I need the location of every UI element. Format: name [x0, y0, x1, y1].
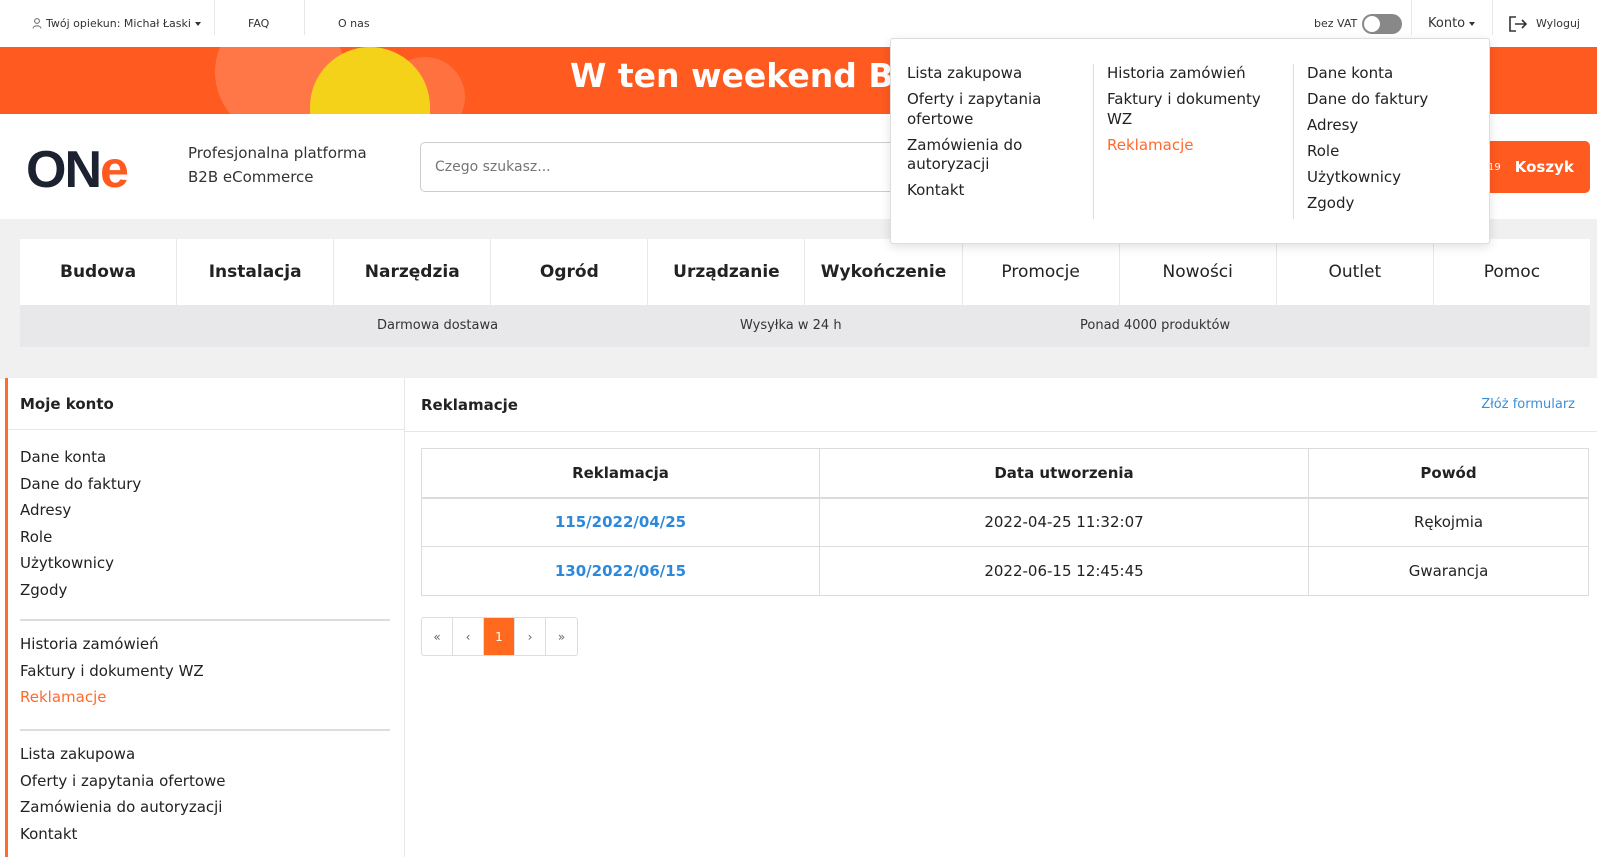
dropdown-item-dane-do-faktury[interactable]: Dane do faktury: [1307, 90, 1477, 110]
account-dropdown[interactable]: Konto: [1428, 6, 1476, 41]
vat-toggle-wrap: [1362, 6, 1402, 41]
nav-item-urzadzanie[interactable]: Urządzanie: [648, 239, 806, 305]
sidebar-item-dane-konta[interactable]: Dane konta: [20, 444, 141, 471]
sidebar-group-orders: Historia zamówień Faktury i dokumenty WZ…: [20, 631, 204, 711]
sidebar-group-shopping: Lista zakupowa Oferty i zapytania oferto…: [20, 741, 226, 847]
complaint-id-link[interactable]: 115/2022/04/25: [421, 497, 820, 547]
perk-shipping-24h: Wysyłka w 24 h: [740, 318, 842, 333]
advisor-label: Twój opiekun: Michał Łaski: [46, 17, 191, 30]
sidebar-item-kontakt[interactable]: Kontakt: [20, 821, 226, 848]
nav-item-budowa[interactable]: Budowa: [20, 239, 178, 305]
sidebar-item-zamowienia-autoryzacji[interactable]: Zamówienia do autoryzacji: [20, 794, 226, 821]
chevron-down-icon: [194, 21, 201, 26]
category-nav: Budowa Instalacja Narzędzia Ogród Urządz…: [20, 239, 1590, 305]
pager-last-button[interactable]: »: [546, 618, 577, 655]
faq-link[interactable]: FAQ: [248, 6, 269, 41]
nav-item-narzedzia[interactable]: Narzędzia: [334, 239, 492, 305]
logo[interactable]: ONe: [26, 140, 129, 200]
sidebar-item-zgody[interactable]: Zgody: [20, 577, 141, 604]
nav-item-wykonczenie[interactable]: Wykończenie: [805, 239, 963, 305]
nav-item-pomoc[interactable]: Pomoc: [1434, 239, 1590, 305]
sidebar-item-adresy[interactable]: Adresy: [20, 497, 141, 524]
dropdown-item-adresy[interactable]: Adresy: [1307, 116, 1477, 136]
nav-item-outlet[interactable]: Outlet: [1277, 239, 1434, 305]
complaint-date: 2022-06-15 12:45:45: [819, 546, 1309, 596]
dropdown-col-orders: Historia zamówień Faktury i dokumenty WZ…: [1107, 64, 1287, 162]
perk-products-count: Ponad 4000 produktów: [1080, 318, 1231, 333]
dropdown-item-uzytkownicy[interactable]: Użytkownicy: [1307, 168, 1477, 188]
user-icon: [32, 18, 42, 29]
pager-next-button[interactable]: ›: [515, 618, 546, 655]
account-dropdown-menu: Lista zakupowa Oferty i zapytania oferto…: [890, 38, 1490, 244]
complaint-date: 2022-04-25 11:32:07: [819, 497, 1309, 547]
dropdown-item-role[interactable]: Role: [1307, 142, 1477, 162]
cart-button[interactable]: 19 Koszyk: [1480, 141, 1590, 193]
dropdown-col-shopping: Lista zakupowa Oferty i zapytania oferto…: [907, 64, 1072, 207]
logo-main: ON: [26, 141, 102, 199]
logout-icon: [1508, 15, 1528, 33]
perk-free-delivery: Darmowa dostawa: [377, 318, 499, 333]
nav-item-nowosci[interactable]: Nowości: [1120, 239, 1277, 305]
sidebar-item-uzytkownicy[interactable]: Użytkownicy: [20, 550, 141, 577]
dropdown-item-lista-zakupowa[interactable]: Lista zakupowa: [907, 64, 1072, 84]
chevron-down-icon: [1469, 21, 1476, 26]
advisor-dropdown[interactable]: Twój opiekun: Michał Łaski: [32, 6, 201, 41]
dropdown-item-dane-konta[interactable]: Dane konta: [1307, 64, 1477, 84]
logout-label: Wyloguj: [1536, 17, 1580, 30]
vat-label: bez VAT: [1314, 17, 1358, 30]
pagination: « ‹ 1 › »: [421, 617, 578, 656]
pager-first-button[interactable]: «: [422, 618, 453, 655]
sidebar-item-role[interactable]: Role: [20, 524, 141, 551]
complaint-reason: Rękojmia: [1308, 497, 1589, 547]
vat-toggle[interactable]: [1362, 13, 1402, 34]
column-header-data[interactable]: Data utworzenia: [819, 448, 1309, 499]
logo-accent: e: [100, 141, 129, 199]
main-content: Reklamacje Złóż formularz Reklamacja Dat…: [405, 378, 1597, 857]
complaint-id-link[interactable]: 130/2022/06/15: [421, 546, 820, 596]
sidebar-item-oferty[interactable]: Oferty i zapytania ofertowe: [20, 768, 226, 795]
page-title: Reklamacje: [421, 396, 518, 414]
pager-prev-button[interactable]: ‹: [453, 618, 484, 655]
dropdown-item-reklamacje[interactable]: Reklamacje: [1107, 136, 1287, 156]
sidebar-item-historia-zamowien[interactable]: Historia zamówień: [20, 631, 204, 658]
table-row: 130/2022/06/15 2022-06-15 12:45:45 Gwara…: [421, 546, 1589, 596]
dropdown-item-historia-zamowien[interactable]: Historia zamówień: [1107, 64, 1287, 84]
column-header-powod[interactable]: Powód: [1308, 448, 1589, 499]
nav-item-instalacja[interactable]: Instalacja: [177, 239, 335, 305]
about-link[interactable]: O nas: [338, 6, 370, 41]
sidebar-group-account: Dane konta Dane do faktury Adresy Role U…: [20, 444, 141, 603]
sidebar-item-lista-zakupowa[interactable]: Lista zakupowa: [20, 741, 226, 768]
logout-button[interactable]: Wyloguj: [1508, 6, 1580, 41]
perks-bar: Darmowa dostawa Wysyłka w 24 h Ponad 400…: [20, 305, 1590, 347]
tagline-line2: B2B eCommerce: [188, 168, 314, 186]
dropdown-col-account: Dane konta Dane do faktury Adresy Role U…: [1307, 64, 1477, 220]
pager-page-1[interactable]: 1: [484, 618, 515, 655]
table-row: 115/2022/04/25 2022-04-25 11:32:07 Rękoj…: [421, 497, 1589, 547]
account-label: Konto: [1428, 16, 1466, 31]
dropdown-item-zgody[interactable]: Zgody: [1307, 194, 1477, 214]
sidebar-item-dane-do-faktury[interactable]: Dane do faktury: [20, 471, 141, 498]
nav-item-ogrod[interactable]: Ogród: [491, 239, 649, 305]
dropdown-item-faktury[interactable]: Faktury i dokumenty WZ: [1107, 90, 1287, 129]
banner-text: W ten weekend BHP: [570, 56, 946, 95]
tagline: Profesjonalna platforma B2B eCommerce: [188, 141, 388, 189]
tagline-line1: Profesjonalna platforma: [188, 144, 367, 162]
sidebar-item-reklamacje[interactable]: Reklamacje: [20, 684, 204, 711]
nav-item-promocje[interactable]: Promocje: [963, 239, 1120, 305]
main-header: Reklamacje Złóż formularz: [405, 378, 1597, 432]
dropdown-item-oferty[interactable]: Oferty i zapytania ofertowe: [907, 90, 1072, 129]
complaints-table: Reklamacja Data utworzenia Powód 115/202…: [421, 448, 1589, 596]
dropdown-item-zamowienia-autoryzacji[interactable]: Zamówienia do autoryzacji: [907, 136, 1072, 175]
sidebar-item-faktury[interactable]: Faktury i dokumenty WZ: [20, 658, 204, 685]
sidebar-title: Moje konto: [20, 395, 114, 413]
account-sidebar: Moje konto Dane konta Dane do faktury Ad…: [5, 378, 405, 857]
cart-label: Koszyk: [1514, 158, 1574, 176]
column-header-reklamacja[interactable]: Reklamacja: [421, 448, 820, 499]
dropdown-item-kontakt[interactable]: Kontakt: [907, 181, 1072, 201]
table-header-row: Reklamacja Data utworzenia Powód: [421, 448, 1589, 499]
complaint-reason: Gwarancja: [1308, 546, 1589, 596]
submit-form-link[interactable]: Złóż formularz: [1481, 397, 1575, 412]
